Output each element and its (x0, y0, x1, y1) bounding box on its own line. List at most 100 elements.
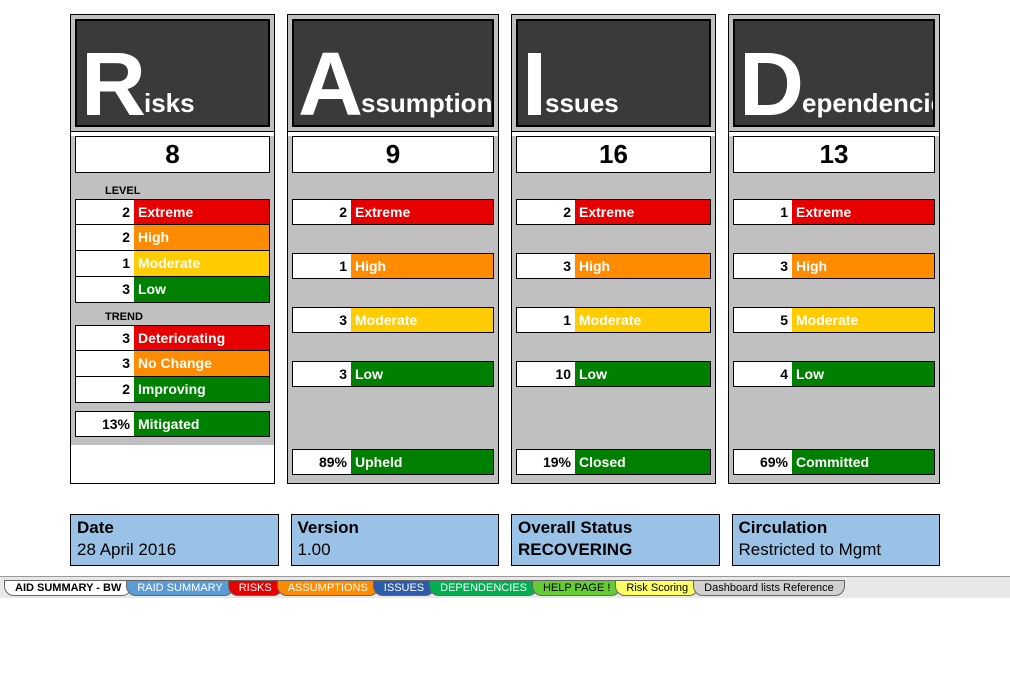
level-label: Extreme (351, 200, 493, 224)
level-label: Moderate (792, 308, 934, 332)
level-count: 10 (517, 362, 575, 386)
level-label: High (792, 254, 934, 278)
summary-pct: 19% (517, 450, 575, 474)
summary-label: Mitigated (134, 412, 269, 436)
column-letter: A (294, 52, 363, 120)
sheet-tabs: AID SUMMARY - BWRAID SUMMARYRISKSASSUMPT… (0, 576, 1010, 598)
level-label: Extreme (134, 200, 269, 224)
level-label: High (575, 254, 710, 278)
level-label: Extreme (575, 200, 710, 224)
level-row: 3High (516, 253, 711, 279)
info-version-value: 1.00 (298, 539, 493, 561)
trend-row: 2Improving (75, 377, 270, 403)
info-status-value: RECOVERING (518, 539, 713, 561)
column-header: Dependencies (729, 15, 939, 132)
level-row: 3Moderate (292, 307, 494, 333)
column-count: 13 (733, 136, 935, 173)
column-body: 13 1Extreme 3High 5Moderate 4Low 69% Commit… (729, 136, 939, 483)
summary-label: Upheld (351, 450, 493, 474)
info-date-label: Date (77, 517, 272, 539)
raid-column: Assumptions 9 2Extreme1High3Moderate3Low… (287, 14, 499, 484)
summary-row: 89% Upheld (292, 449, 494, 475)
level-row: 10Low (516, 361, 711, 387)
column-rest: isks (144, 88, 195, 119)
level-row: 2High (75, 225, 270, 251)
level-count: 1 (293, 254, 351, 278)
summary-row: 19% Closed (516, 449, 711, 475)
level-count: 3 (293, 308, 351, 332)
sheet-tab[interactable]: RISKS (228, 580, 283, 596)
raid-column: Issues 16 2Extreme3High1Moderate10Low 19… (511, 14, 716, 484)
column-body: 16 2Extreme3High1Moderate10Low 19% Close… (512, 136, 715, 483)
trend-header: TREND (71, 303, 274, 325)
level-row: 3High (733, 253, 935, 279)
level-label: Low (792, 362, 934, 386)
level-count: 3 (293, 362, 351, 386)
level-row: 2Extreme (516, 199, 711, 225)
column-count: 8 (75, 136, 270, 173)
level-count: 1 (517, 308, 575, 332)
level-row: 4Low (733, 361, 935, 387)
trend-row: 3Deteriorating (75, 325, 270, 351)
info-version: Version 1.00 (291, 514, 500, 566)
info-version-label: Version (298, 517, 493, 539)
column-header-inner: Issues (516, 19, 711, 127)
column-body: 8 LEVEL2Extreme2High1Moderate3LowTREND3D… (71, 136, 274, 445)
trend-label: No Change (134, 351, 269, 376)
sheet-tab[interactable]: ASSUMPTIONS (277, 580, 379, 596)
trend-count: 3 (76, 326, 134, 350)
raid-dashboard: Risks 8 LEVEL2Extreme2High1Moderate3LowT… (0, 0, 1010, 494)
info-circ-label: Circulation (739, 517, 934, 539)
level-label: Moderate (351, 308, 493, 332)
info-status-label: Overall Status (518, 517, 713, 539)
sheet-tab[interactable]: HELP PAGE ! (532, 580, 621, 596)
summary-label: Closed (575, 450, 710, 474)
level-count: 5 (734, 308, 792, 332)
level-count: 3 (76, 277, 134, 302)
summary-pct: 13% (76, 412, 134, 436)
info-row: Date 28 April 2016 Version 1.00 Overall … (0, 494, 1010, 576)
level-label: Moderate (134, 251, 269, 276)
info-circ-value: Restricted to Mgmt (739, 539, 934, 561)
sheet-tab[interactable]: Risk Scoring (615, 580, 699, 596)
level-row: 3Low (292, 361, 494, 387)
sheet-tab[interactable]: Dashboard lists Reference (693, 580, 845, 596)
trend-label: Deteriorating (134, 326, 269, 350)
level-count: 2 (76, 200, 134, 224)
trend-label: Improving (134, 377, 269, 402)
column-header-inner: Assumptions (292, 19, 494, 127)
column-count: 16 (516, 136, 711, 173)
info-date-value: 28 April 2016 (77, 539, 272, 561)
level-label: Low (575, 362, 710, 386)
summary-label: Committed (792, 450, 934, 474)
column-letter: R (77, 52, 146, 120)
column-rest: ssues (545, 88, 619, 119)
column-header: Assumptions (288, 15, 498, 132)
level-header: LEVEL (71, 177, 274, 199)
level-count: 2 (517, 200, 575, 224)
sheet-tab[interactable]: ISSUES (373, 580, 435, 596)
sheet-tab[interactable]: DEPENDENCIES (429, 580, 538, 596)
sheet-tab[interactable]: RAID SUMMARY (126, 580, 233, 596)
column-header: Risks (71, 15, 274, 132)
level-count: 2 (293, 200, 351, 224)
level-row: 1Moderate (75, 251, 270, 277)
sheet-tab[interactable]: AID SUMMARY - BW (4, 580, 132, 596)
level-label: Low (351, 362, 493, 386)
summary-pct: 89% (293, 450, 351, 474)
level-label: Extreme (792, 200, 934, 224)
level-label: High (134, 225, 269, 250)
raid-column: Dependencies 13 1Extreme 3High 5Moderate 4L… (728, 14, 940, 484)
level-row: 1Extreme (733, 199, 935, 225)
summary-pct: 69% (734, 450, 792, 474)
trend-row: 3No Change (75, 351, 270, 377)
column-rest: ssumptions (361, 88, 494, 119)
column-header-inner: Dependencies (733, 19, 935, 127)
level-label: High (351, 254, 493, 278)
level-count: 1 (76, 251, 134, 276)
column-letter: I (518, 52, 547, 120)
level-label: Low (134, 277, 269, 302)
summary-row: 69% Committed (733, 449, 935, 475)
level-row: 1High (292, 253, 494, 279)
column-count: 9 (292, 136, 494, 173)
